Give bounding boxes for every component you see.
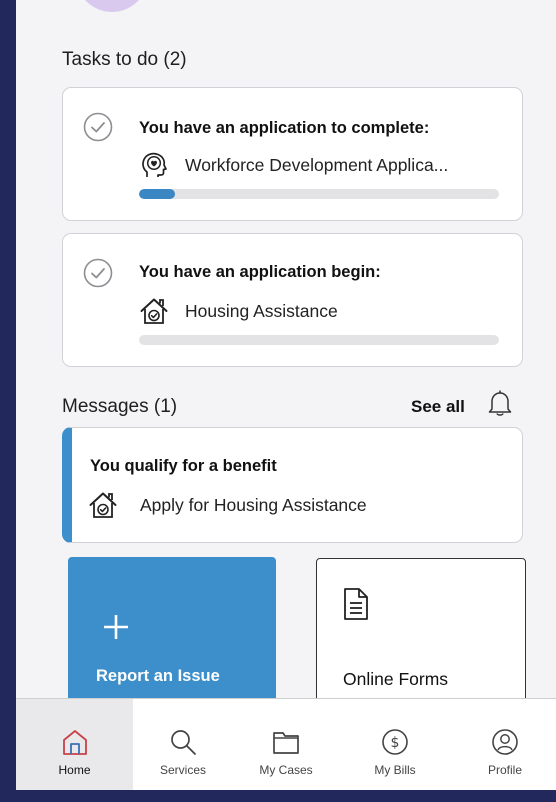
nav-profile[interactable]: Profile xyxy=(475,699,535,790)
svg-text:$: $ xyxy=(391,735,400,751)
task-title: You have an application to complete: xyxy=(139,119,430,137)
messages-heading: Messages (1) xyxy=(62,396,178,417)
task-name: Workforce Development Applica... xyxy=(185,154,449,175)
user-icon xyxy=(492,729,518,755)
folder-icon xyxy=(273,732,299,754)
document-icon xyxy=(344,588,368,620)
task-title: You have an application begin: xyxy=(139,263,381,281)
nav-my-cases[interactable]: My Cases xyxy=(251,699,321,790)
online-forms-tile[interactable]: Online Forms xyxy=(316,558,526,708)
dollar-icon: $ xyxy=(382,729,408,755)
home-icon xyxy=(62,730,87,755)
task-name: Housing Assistance xyxy=(185,300,338,321)
see-all-link[interactable]: See all xyxy=(411,397,465,417)
app-screen: Tasks to do (2) You have an application … xyxy=(16,0,556,790)
check-circle-icon xyxy=(83,258,113,288)
nav-label: Home xyxy=(58,763,91,777)
message-card[interactable]: You qualify for a benefit Apply for Hous… xyxy=(62,427,523,543)
nav-label: My Bills xyxy=(374,763,416,777)
house-check-icon xyxy=(140,298,168,324)
nav-label: Services xyxy=(159,763,206,777)
check-circle-icon xyxy=(83,112,113,142)
bell-icon[interactable] xyxy=(485,388,515,418)
task-card-housing[interactable]: You have an application begin: Housing A… xyxy=(62,233,523,367)
head-heart-icon xyxy=(142,152,167,177)
online-forms-label: Online Forms xyxy=(343,669,449,689)
nav-label: My Cases xyxy=(259,763,313,777)
report-issue-tile[interactable]: Report an Issue xyxy=(68,557,276,707)
message-title: You qualify for a benefit xyxy=(90,457,277,475)
avatar[interactable] xyxy=(76,0,148,12)
progress-bar xyxy=(139,189,499,199)
tasks-heading: Tasks to do (2) xyxy=(62,49,187,70)
task-card-workforce[interactable]: You have an application to complete: Wor… xyxy=(62,87,523,221)
bottom-nav: Home Services My Cases $ My Bills Profil… xyxy=(16,698,556,790)
plus-icon xyxy=(104,615,128,639)
report-issue-label: Report an Issue xyxy=(96,667,220,685)
nav-label: Profile xyxy=(487,763,522,777)
nav-home[interactable]: Home xyxy=(16,699,133,790)
message-text: Apply for Housing Assistance xyxy=(140,494,367,515)
nav-my-bills[interactable]: $ My Bills xyxy=(362,699,428,790)
nav-services[interactable]: Services xyxy=(153,699,213,790)
progress-bar xyxy=(139,335,499,345)
house-check-icon xyxy=(89,492,117,518)
search-icon xyxy=(171,730,196,755)
